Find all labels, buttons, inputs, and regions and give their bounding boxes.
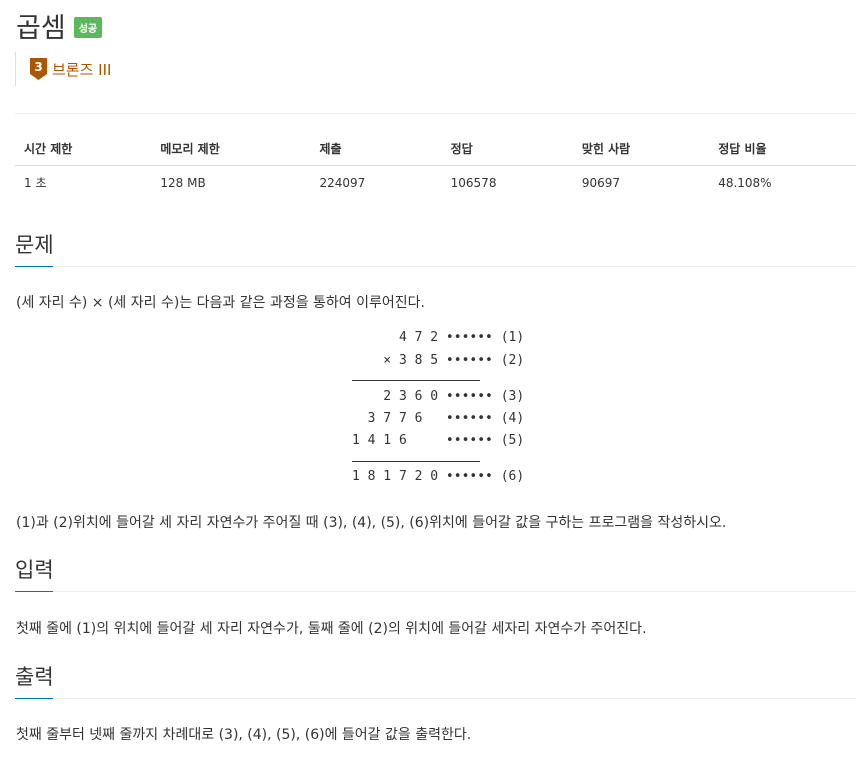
input-text: 첫째 줄에 (1)의 위치에 들어갈 세 자리 자연수가, 둘째 줄에 (2)의…	[16, 621, 647, 637]
problem-section: 문제	[15, 229, 856, 267]
problem-title: 곱셈	[16, 13, 66, 44]
tier-bronze-icon: 3	[30, 58, 47, 80]
header-submissions: 제출	[310, 132, 442, 166]
header-solved-users: 맞힌 사람	[572, 132, 710, 166]
input-heading: 입력	[15, 558, 54, 582]
problem-heading: 문제	[15, 233, 54, 257]
time-limit-value: 1 초	[24, 176, 47, 190]
tier-label[interactable]: 브론즈 III	[52, 59, 111, 80]
submissions-value: 224097	[319, 175, 366, 190]
header-accepted: 정답	[441, 132, 573, 166]
memory-limit-value: 128 MB	[160, 175, 206, 190]
problem-question: (1)과 (2)위치에 들어갈 세 자리 자연수가 주어질 때 (3), (4)…	[16, 515, 727, 531]
accepted-value: 106578	[450, 175, 497, 190]
header-time-limit: 시간 제한	[15, 132, 152, 166]
problem-info-table: 시간 제한 메모리 제한 제출 정답 맞힌 사람 정답 비율 1 초 128 M…	[15, 132, 856, 199]
calc-line-4: 3 7 7 6 •••••• (4)	[352, 411, 525, 426]
tier-number: 3	[34, 60, 42, 74]
multiplication-diagram: 4 7 2 •••••• (1) × 3 8 5 •••••• (2) 2 3 …	[352, 330, 582, 490]
solved-users-value: 90697	[581, 175, 620, 190]
calc-line-3: 2 3 6 0 •••••• (3)	[352, 389, 525, 404]
section-underline	[15, 266, 856, 267]
calc-divider	[352, 380, 480, 381]
calc-divider	[352, 461, 480, 462]
output-section: 출력	[15, 661, 856, 699]
calc-line-2: × 3 8 5 •••••• (2)	[352, 353, 525, 368]
calc-line-1: 4 7 2 •••••• (1)	[352, 330, 525, 345]
table-row: 1 초 128 MB 224097 106578 90697 48.108%	[15, 166, 856, 200]
header-memory-limit: 메모리 제한	[151, 132, 311, 166]
output-heading: 출력	[15, 665, 54, 689]
divider	[15, 113, 856, 114]
header-accept-ratio: 정답 비율	[709, 132, 856, 166]
tier-row: 3 브론즈 III	[15, 52, 111, 86]
section-underline	[15, 591, 856, 592]
problem-title-row: 곱셈 성공	[16, 6, 103, 45]
output-text: 첫째 줄부터 넷째 줄까지 차례대로 (3), (4), (5), (6)에 들…	[16, 727, 472, 743]
problem-intro: (세 자리 수) × (세 자리 수)는 다음과 같은 과정을 통하여 이루어진…	[16, 295, 425, 311]
table-header-row: 시간 제한 메모리 제한 제출 정답 맞힌 사람 정답 비율	[15, 132, 856, 166]
input-section: 입력	[15, 554, 856, 592]
status-badge: 성공	[73, 17, 103, 38]
calc-line-5: 1 4 1 6 •••••• (5)	[352, 433, 525, 448]
calc-line-6: 1 8 1 7 2 0 •••••• (6)	[352, 469, 525, 484]
section-underline	[15, 698, 856, 699]
accept-ratio-value: 48.108%	[718, 175, 772, 190]
